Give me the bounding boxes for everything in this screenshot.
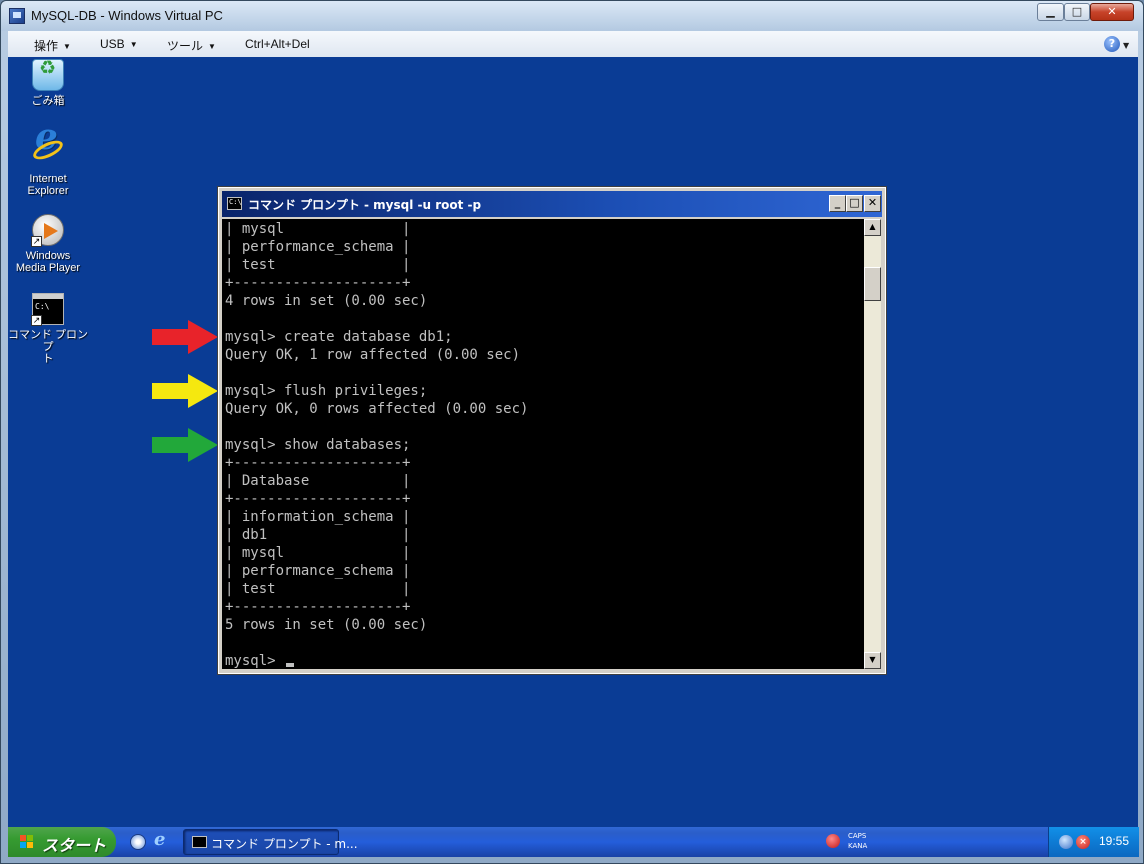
chevron-down-icon: ▼	[63, 42, 71, 51]
menu-ctrl-alt-del[interactable]: Ctrl+Alt+Del	[245, 37, 310, 51]
clock[interactable]: 19:55	[1099, 834, 1129, 848]
command-prompt-icon-text: C:\	[35, 302, 50, 311]
console-output-area[interactable]: | mysql | | performance_schema | | test …	[222, 219, 864, 669]
network-icon[interactable]	[1059, 835, 1073, 849]
host-menubar: 操作 ▼ USB ▼ ツール ▼ Ctrl+Alt+Del ? ▼	[8, 31, 1138, 58]
start-button[interactable]: スタート	[8, 827, 116, 857]
console-close-button[interactable]: ✕	[864, 195, 881, 212]
menu-tools-label: ツール	[167, 39, 204, 53]
ime-status[interactable]: CAPS KANA	[848, 831, 867, 851]
shortcut-arrow-icon: ↗	[31, 315, 42, 326]
show-desktop-icon[interactable]	[130, 834, 146, 850]
host-window: MySQL-DB - Windows Virtual PC ▁ □ ✕ 操作 ▼ …	[0, 0, 1144, 864]
green-annotation-arrow	[152, 428, 218, 462]
command-prompt-icon: C:\	[227, 197, 242, 210]
text-cursor	[286, 663, 295, 667]
console-minimize-button[interactable]: _	[829, 195, 846, 212]
command-prompt-icon: C:\ ↗	[31, 293, 64, 326]
command-prompt-icon	[192, 836, 207, 848]
virtual-pc-icon	[9, 8, 25, 24]
command-prompt-window: C:\ コマンド プロンプト - mysql -u root -p _ □ ✕ …	[217, 186, 887, 675]
windows-media-player-icon: ↗	[31, 214, 64, 247]
console-text: | mysql | | performance_schema | | test …	[222, 219, 864, 669]
console-scrollbar[interactable]: ▲ ▼	[864, 219, 881, 669]
guest-desktop: ごみ箱 Internet Explorer ↗ Windows Media Pl…	[8, 57, 1138, 827]
taskbar: スタート コマンド プロンプト - m... CAPS KANA × 19:55	[8, 827, 1139, 857]
console-icon-text: C:\	[229, 198, 242, 206]
windows-media-player-shortcut[interactable]: ↗ Windows Media Player	[3, 214, 93, 274]
host-maximize-button[interactable]: □	[1064, 3, 1090, 21]
menu-usb[interactable]: USB ▼	[100, 37, 138, 51]
kana-indicator: KANA	[848, 842, 868, 850]
taskbar-button-command-prompt[interactable]: コマンド プロンプト - m...	[183, 829, 358, 855]
host-close-button[interactable]: ✕	[1090, 3, 1134, 21]
internet-explorer-shortcut[interactable]: Internet Explorer	[3, 131, 93, 197]
scroll-thumb[interactable]	[864, 267, 881, 301]
language-bar-icon[interactable]	[826, 834, 840, 848]
system-tray: × 19:55	[1048, 827, 1139, 857]
recycle-bin-label: ごみ箱	[31, 95, 65, 107]
host-titlebar[interactable]: MySQL-DB - Windows Virtual PC ▁ □ ✕	[1, 1, 1143, 31]
windows-media-player-label: Windows Media Player	[15, 250, 81, 274]
caps-indicator: CAPS	[848, 832, 867, 840]
internet-explorer-icon[interactable]	[153, 829, 169, 850]
chevron-down-icon: ▼	[208, 42, 216, 51]
host-minimize-button[interactable]: ▁	[1037, 3, 1064, 21]
console-titlebar[interactable]: C:\ コマンド プロンプト - mysql -u root -p _ □ ✕	[222, 191, 882, 217]
internet-explorer-icon	[32, 131, 64, 169]
help-icon[interactable]: ?	[1104, 36, 1120, 52]
internet-explorer-label: Internet Explorer	[27, 173, 69, 197]
command-prompt-label: コマンド プロンプ ト	[7, 329, 89, 365]
console-maximize-button[interactable]: □	[846, 195, 863, 212]
command-prompt-shortcut[interactable]: C:\ ↗ コマンド プロンプ ト	[3, 293, 93, 365]
windows-flag-icon	[20, 835, 34, 849]
red-annotation-arrow	[152, 320, 218, 354]
chevron-down-icon: ▼	[129, 40, 138, 49]
start-label: スタート	[42, 838, 107, 855]
taskbar-button-label: コマンド プロンプト - m...	[211, 837, 358, 851]
scroll-up-button[interactable]: ▲	[864, 219, 881, 236]
chevron-down-icon[interactable]: ▼	[1123, 41, 1129, 50]
menu-tools[interactable]: ツール ▼	[167, 37, 216, 54]
recycle-bin-icon	[32, 59, 64, 91]
console-window-title: コマンド プロンプト - mysql -u root -p	[248, 198, 482, 212]
menu-action-label: 操作	[34, 39, 59, 53]
shortcut-arrow-icon: ↗	[31, 236, 42, 247]
yellow-annotation-arrow	[152, 374, 218, 408]
scroll-down-button[interactable]: ▼	[864, 652, 881, 669]
console-prompt: mysql>	[225, 653, 285, 669]
recycle-bin-shortcut[interactable]: ごみ箱	[3, 59, 93, 107]
console-output: | mysql | | performance_schema | | test …	[225, 221, 529, 633]
menu-action[interactable]: 操作 ▼	[34, 37, 71, 54]
menu-usb-label: USB	[100, 37, 125, 51]
security-alert-icon[interactable]: ×	[1076, 835, 1090, 849]
host-window-title: MySQL-DB - Windows Virtual PC	[31, 8, 223, 23]
